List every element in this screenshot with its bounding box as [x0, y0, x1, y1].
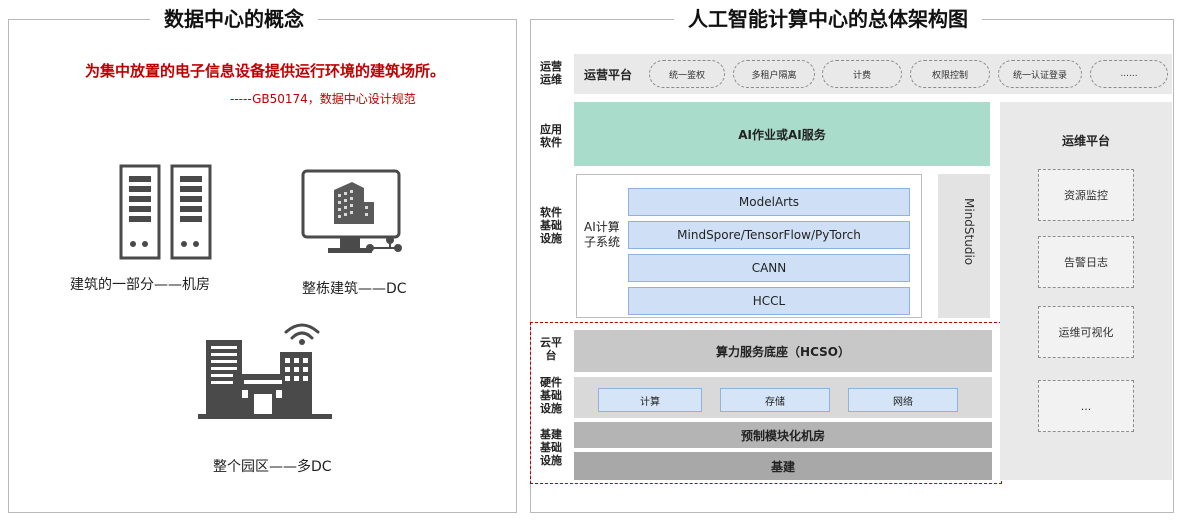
ai-subsystem-label: AI计算 子系统	[584, 220, 621, 249]
architecture-title: 人工智能计算中心的总体架构图	[674, 6, 982, 32]
ops-item-unified-auth: 统一鉴权	[649, 60, 725, 88]
ops-item-permission: 权限控制	[910, 60, 990, 88]
maintenance-resource-monitor: 资源监控	[1038, 169, 1134, 221]
ai-service-box: AI作业或AI服务	[574, 102, 990, 166]
ops-item-billing: 计费	[822, 60, 902, 88]
campus-caption: 整个园区——多DC	[213, 459, 332, 475]
layer-modelarts: ModelArts	[628, 188, 910, 216]
maintenance-visualization: 运维可视化	[1038, 306, 1134, 358]
dc-concept-title: 数据中心的概念	[150, 6, 318, 32]
layer-cann: CANN	[628, 254, 910, 282]
row-label-app: 应用 软件	[540, 123, 562, 149]
whole-building-caption: 整栋建筑——DC	[302, 281, 407, 297]
hardware-storage: 存储	[720, 388, 830, 412]
ops-item-more: ......	[1090, 60, 1168, 88]
mindstudio-label: MindStudio	[962, 198, 976, 266]
hardware-network: 网络	[848, 388, 958, 412]
ops-item-multi-tenant: 多租户隔离	[733, 60, 815, 88]
server-rack-icon	[118, 162, 214, 262]
dc-definition: 为集中放置的电子信息设备提供运行环境的建筑场所。	[84, 62, 445, 80]
maintenance-alarm-log: 告警日志	[1038, 236, 1134, 288]
ops-platform-label: 运营平台	[584, 68, 633, 82]
maintenance-platform-title: 运维平台	[1061, 134, 1110, 148]
layer-frameworks: MindSpore/TensorFlow/PyTorch	[628, 221, 910, 249]
prefab-room-box: 预制模块化机房	[574, 422, 992, 448]
row-label-ops: 运营 运维	[540, 60, 562, 86]
ops-item-sso: 统一认证登录	[998, 60, 1082, 88]
hardware-compute: 计算	[598, 388, 702, 412]
maintenance-more: ...	[1038, 380, 1134, 432]
campus-icon	[196, 318, 334, 422]
hcso-box: 算力服务底座（HCSO）	[574, 330, 992, 372]
infrastructure-box: 基建	[574, 452, 992, 480]
layer-hccl: HCCL	[628, 287, 910, 315]
server-room-caption: 建筑的一部分——机房	[70, 277, 210, 293]
monitor-building-icon	[300, 168, 406, 260]
row-label-soft: 软件 基础 设施	[540, 206, 562, 245]
dc-definition-source: -----GB50174，数据中心设计规范	[230, 92, 416, 106]
